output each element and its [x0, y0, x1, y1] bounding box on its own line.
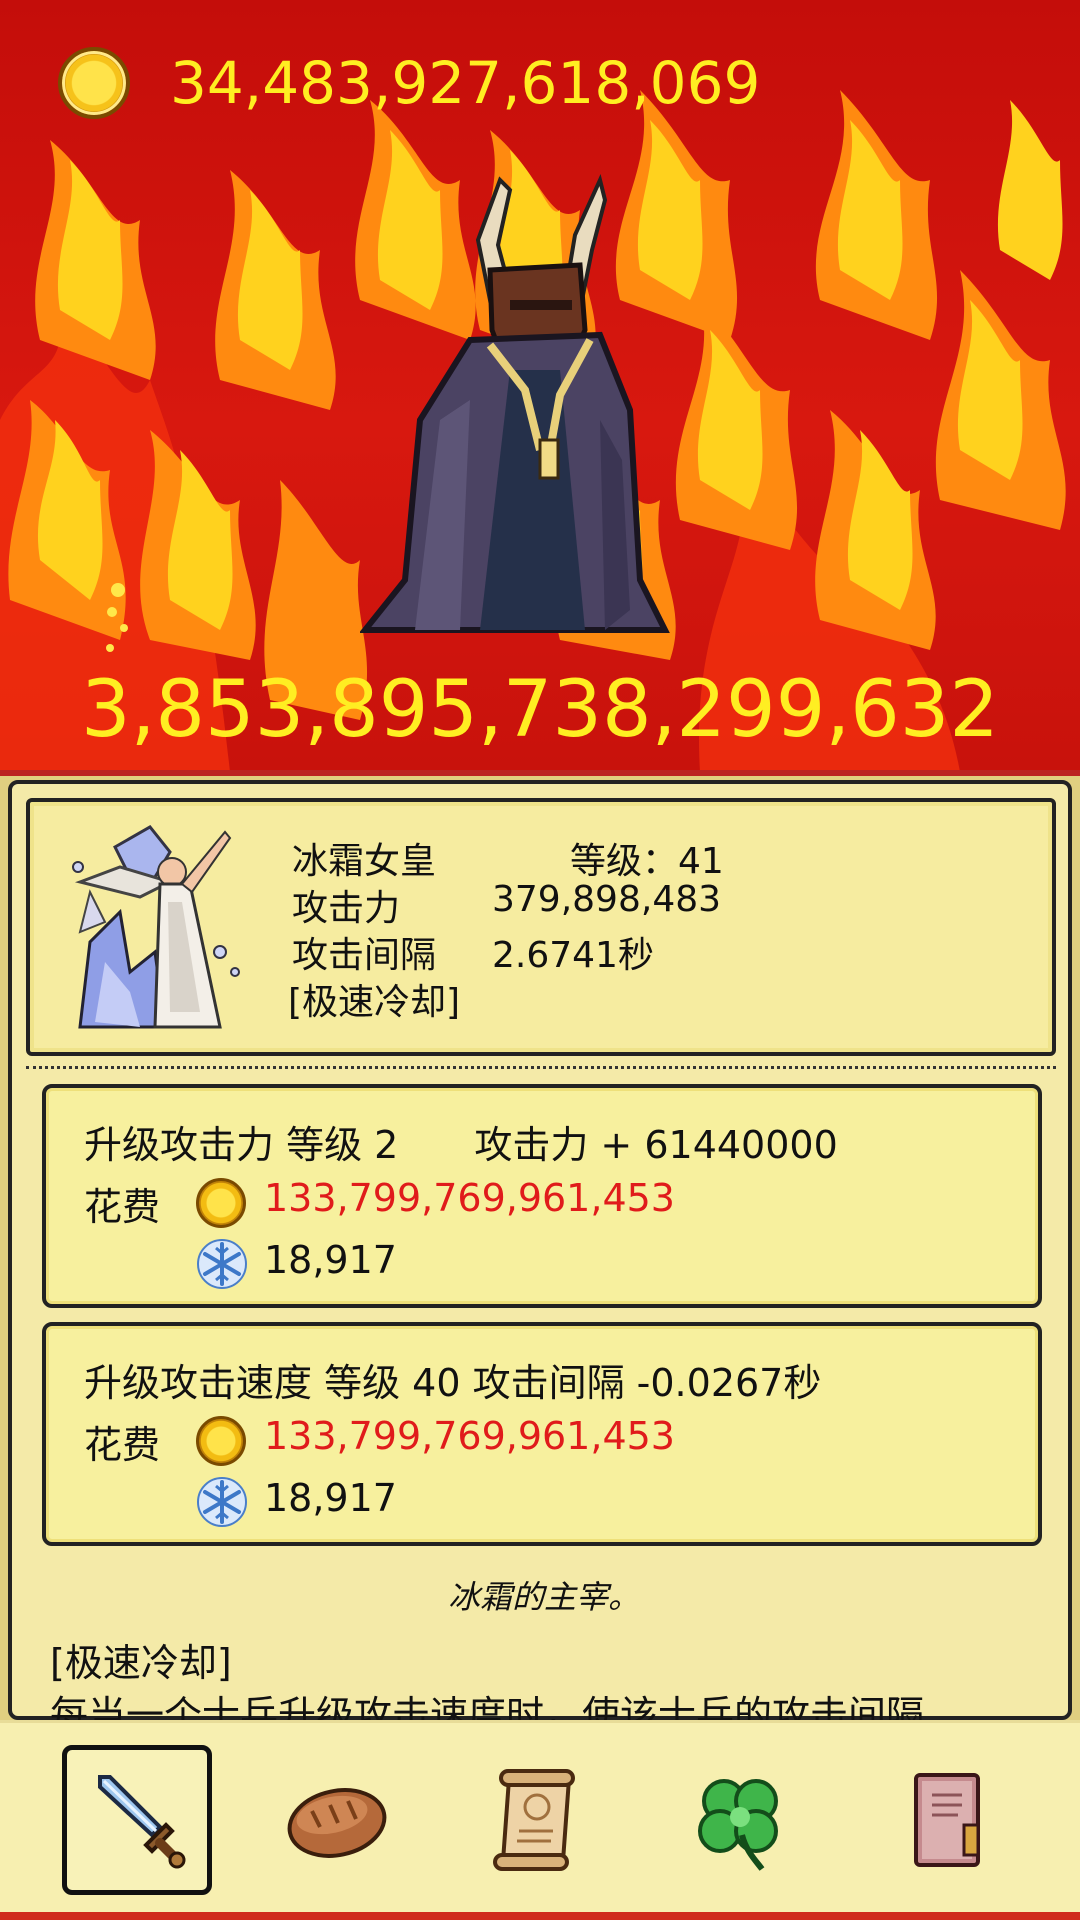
panel-frame: 冰霜女皇 等级：41 攻击力 379,898,483 攻击间隔 2.6741秒 … [8, 780, 1072, 1724]
gold-counter: 34,483,927,618,069 [58, 46, 760, 120]
gold-coin-icon [196, 1178, 246, 1228]
hero-skill-tag: [极速冷却] [288, 982, 461, 1023]
gold-cost: 133,799,769,961,453 [264, 1414, 675, 1458]
hero-name: 冰霜女皇 [292, 841, 437, 882]
sword-icon [98, 1775, 186, 1869]
upgrade-attack-button[interactable]: 升级攻击力 等级 2 攻击力 + 61440000 花费 133,799,769… [42, 1084, 1042, 1308]
boss-horned-knight[interactable] [360, 160, 700, 640]
interval-label: 攻击间隔 [292, 935, 437, 976]
hero-card: 冰霜女皇 等级：41 攻击力 379,898,483 攻击间隔 2.6741秒 … [26, 798, 1056, 1056]
hero-info-panel: 冰霜女皇 等级：41 攻击力 379,898,483 攻击间隔 2.6741秒 … [0, 770, 1080, 1724]
hero-flavor-text: 冰霜的主宰。 [447, 1578, 640, 1616]
clover-icon [698, 1779, 778, 1871]
divider [26, 1066, 1056, 1074]
nav-tab-scroll[interactable] [462, 1745, 612, 1895]
bottom-frame-border [0, 1912, 1080, 1920]
upgrade-attack-title: 升级攻击力 等级 2 攻击力 + 61440000 [84, 1123, 838, 1167]
bottom-nav [0, 1720, 1080, 1920]
frost-queen-portrait [72, 825, 240, 1029]
nav-tab-food[interactable] [262, 1745, 412, 1895]
gold-amount: 34,483,927,618,069 [170, 49, 761, 117]
interval-value: 2.6741秒 [492, 935, 654, 976]
cost-label: 花费 [84, 1423, 161, 1467]
hero-level: 等级：41 [570, 841, 724, 882]
upgrade-speed-title: 升级攻击速度 等级 40 攻击间隔 -0.0267秒 [84, 1361, 822, 1405]
ice-cost: 18,917 [264, 1238, 397, 1282]
cost-label: 花费 [84, 1185, 161, 1229]
ice-cost: 18,917 [264, 1476, 397, 1520]
attack-label: 攻击力 [292, 888, 401, 929]
skill-description: 每当一个士兵升级攻击速度时，使该士兵的攻击间隔 [50, 1693, 925, 1724]
gold-cost: 133,799,769,961,453 [264, 1176, 675, 1220]
upgrade-speed-button[interactable]: 升级攻击速度 等级 40 攻击间隔 -0.0267秒 花费 133,799,76… [42, 1322, 1042, 1546]
attack-value: 379,898,483 [492, 879, 722, 920]
book-icon [914, 1773, 980, 1867]
nav-tab-book[interactable] [872, 1745, 1022, 1895]
battle-scene[interactable]: 34,483,927,618,069 3,853,895,738,299,632 [0, 0, 1080, 772]
snowflake-icon [197, 1239, 247, 1289]
scroll-icon [493, 1769, 575, 1871]
nav-tab-heroes[interactable] [62, 1745, 212, 1895]
skill-title: [极速冷却] [50, 1641, 232, 1685]
gold-coin-icon [58, 47, 130, 119]
nav-tab-luck[interactable] [666, 1745, 816, 1895]
boss-hp-value: 3,853,895,738,299,632 [81, 665, 999, 755]
snowflake-icon [197, 1477, 247, 1527]
bread-icon [287, 1788, 387, 1858]
gold-coin-icon [196, 1416, 246, 1466]
